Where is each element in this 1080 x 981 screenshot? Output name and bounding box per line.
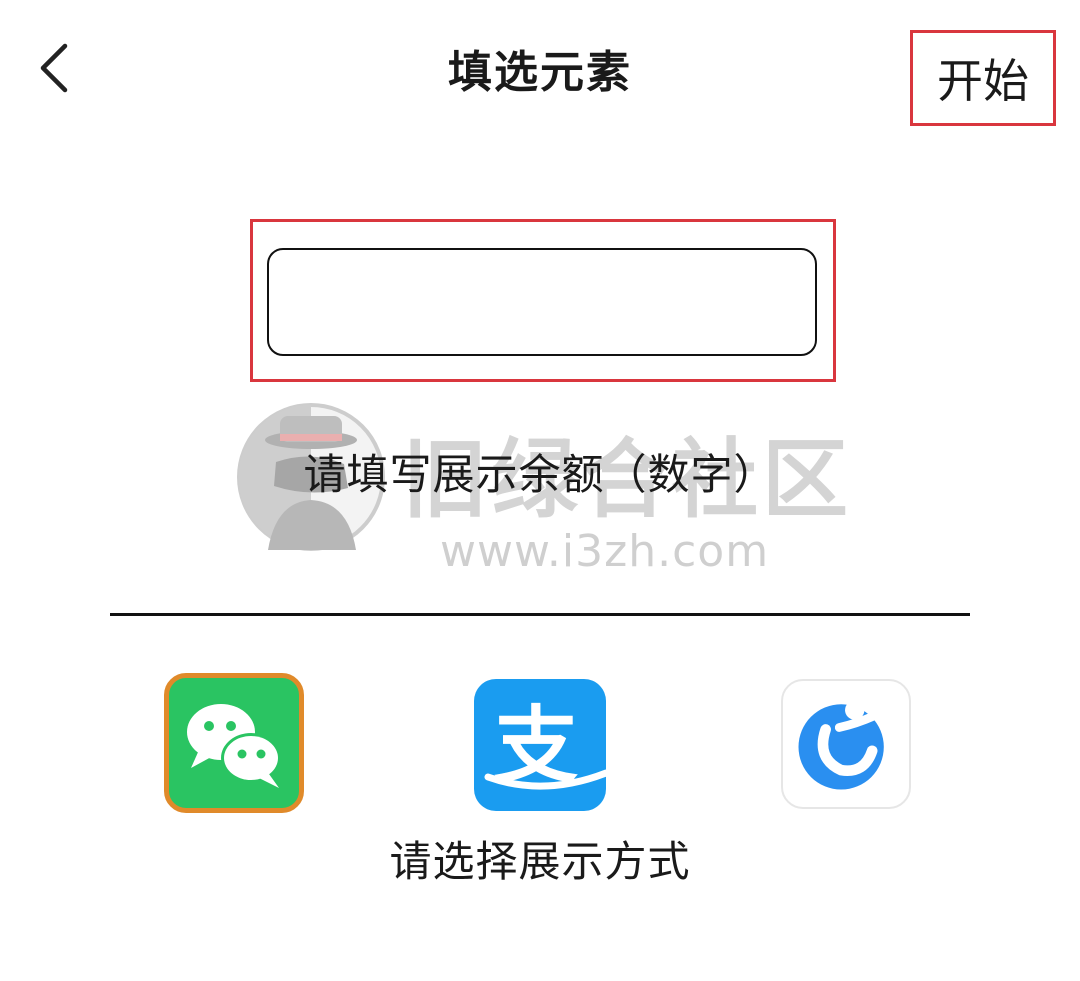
detective-logo-icon: [236, 402, 386, 552]
amount-input[interactable]: [267, 248, 817, 356]
figure-app-icon: [783, 681, 909, 807]
chevron-left-icon: [37, 40, 71, 100]
alipay-icon: 支: [474, 679, 606, 811]
watermark-brand-text: 旧绿合社区: [402, 430, 852, 530]
back-button[interactable]: [22, 34, 86, 106]
method-caption: 请选择展示方式: [389, 837, 691, 886]
start-button[interactable]: 开始: [910, 30, 1056, 126]
amount-input-frame: [250, 219, 836, 382]
wechat-option[interactable]: [164, 673, 304, 813]
wechat-icon: [169, 678, 299, 808]
amount-caption: 请填写展示余额（数字）: [303, 450, 777, 499]
watermark-url-text: www.i3zh.com: [440, 526, 770, 577]
divider: [110, 613, 970, 616]
figure-app-option[interactable]: [781, 679, 911, 809]
alipay-option[interactable]: 支: [474, 679, 606, 811]
